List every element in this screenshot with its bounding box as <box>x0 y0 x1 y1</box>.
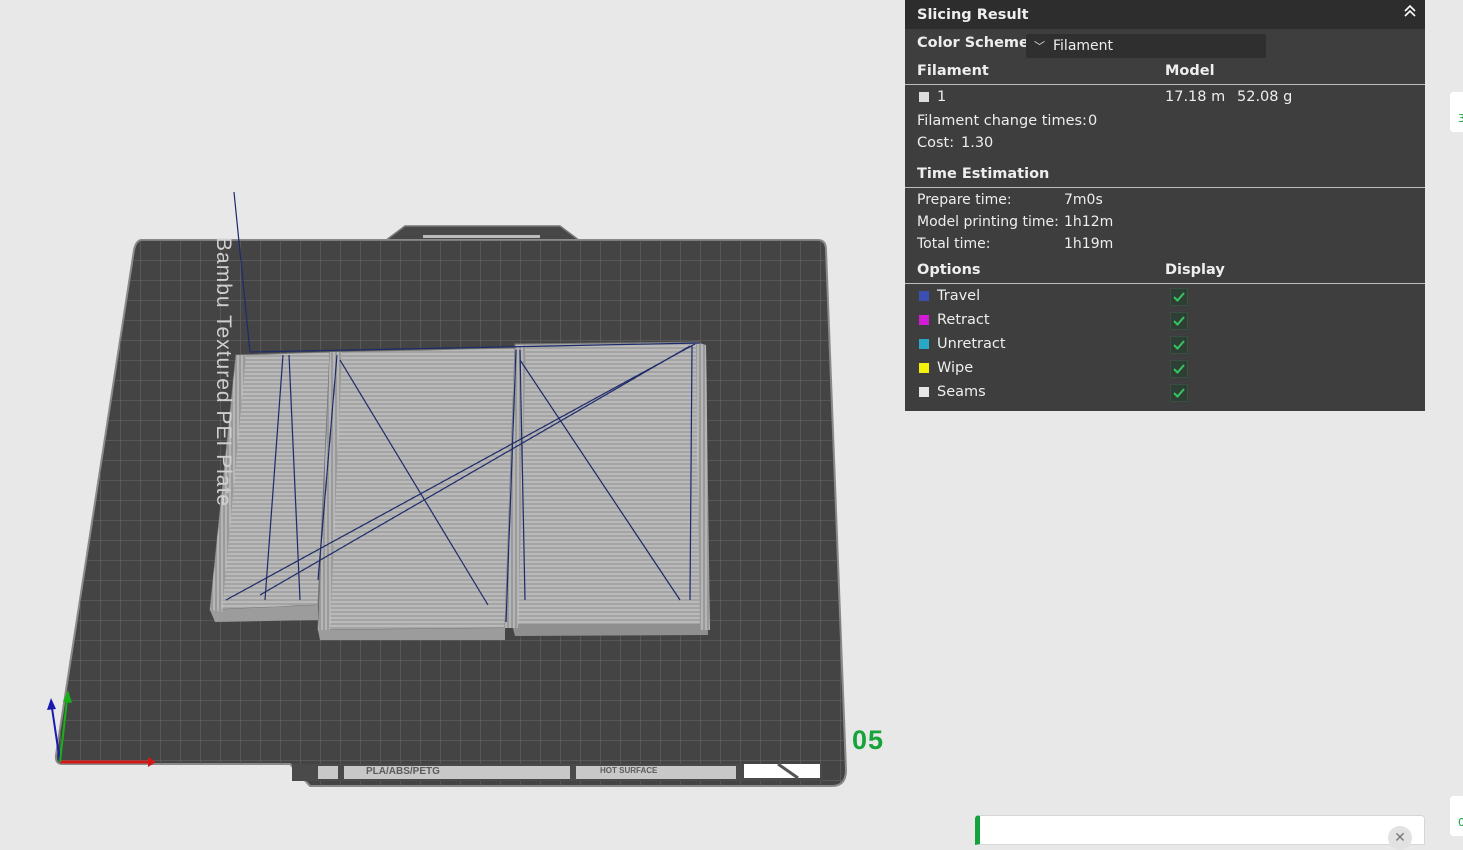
filament-types-label: PLA/ABS/PETG <box>366 766 440 777</box>
right-edge-tab-text: 0 <box>1458 816 1463 829</box>
option-label: Unretract <box>937 336 1006 352</box>
filament-color-swatch <box>919 92 929 102</box>
total-time-label: Total time: <box>917 236 991 252</box>
cost-label: Cost: <box>917 135 955 151</box>
seams-color-swatch <box>919 387 929 397</box>
total-time-value: 1h19m <box>1064 236 1114 252</box>
notification-toast[interactable]: ✕ <box>975 815 1425 850</box>
options-header: Options <box>917 262 981 278</box>
filament-change-value: 0 <box>1088 113 1098 129</box>
checkmark-icon <box>1173 292 1185 302</box>
checkmark-icon <box>1173 364 1185 374</box>
color-scheme-dropdown[interactable]: ﹀ Filament <box>1026 34 1266 58</box>
unretract-color-swatch <box>919 339 929 349</box>
checkmark-icon <box>1173 340 1185 350</box>
divider <box>905 187 1425 188</box>
retract-color-swatch <box>919 315 929 325</box>
plate-name-label: Bambu Textured PEI Plate <box>211 237 235 507</box>
plate-handle-slot <box>423 235 540 238</box>
right-edge-tab-text: 3 <box>1458 112 1463 125</box>
retract-display-checkbox[interactable] <box>1170 312 1188 330</box>
sliced-model <box>209 341 710 640</box>
slicing-result-panel: Slicing Result Color Scheme ﹀ Filament F… <box>905 0 1425 411</box>
seams-display-checkbox[interactable] <box>1170 384 1188 402</box>
panel-title: Slicing Result <box>917 6 1029 23</box>
wipe-display-checkbox[interactable] <box>1170 360 1188 378</box>
model-printing-time-value: 1h12m <box>1064 214 1114 230</box>
option-label: Retract <box>937 312 990 328</box>
prepare-time-value: 7m0s <box>1064 192 1103 208</box>
display-header: Display <box>1165 262 1225 278</box>
wipe-color-swatch <box>919 363 929 373</box>
right-edge-tab-bottom[interactable]: 0 <box>1450 796 1463 836</box>
filament-length: 17.18 m <box>1165 89 1226 105</box>
collapse-chevron-icon[interactable] <box>1401 4 1419 24</box>
model-printing-time-label: Model printing time: <box>917 214 1059 230</box>
time-estimation-header: Time Estimation <box>917 166 1050 182</box>
right-edge-tab-top[interactable]: 3 <box>1450 92 1463 132</box>
plate-handle <box>382 225 583 242</box>
color-scheme-value: Filament <box>1053 38 1114 54</box>
filament-header: Filament <box>917 63 989 79</box>
panel-header: Slicing Result <box>905 0 1425 29</box>
color-scheme-label: Color Scheme <box>917 35 1029 51</box>
filament-change-label: Filament change times: <box>917 113 1087 129</box>
chevron-down-icon: ﹀ <box>1034 40 1045 53</box>
hot-surface-label: HOT SURFACE <box>600 766 658 775</box>
option-label: Wipe <box>937 360 974 376</box>
cost-value: 1.30 <box>961 135 994 151</box>
model-header: Model <box>1165 63 1215 79</box>
option-label: Seams <box>937 384 986 400</box>
divider <box>905 283 1425 284</box>
filament-weight: 52.08 g <box>1237 89 1293 105</box>
travel-display-checkbox[interactable] <box>1170 288 1188 306</box>
build-plate-canvas[interactable] <box>0 0 905 836</box>
checkmark-icon <box>1173 388 1185 398</box>
option-label: Travel <box>937 288 981 304</box>
travel-color-swatch <box>919 291 929 301</box>
plate-number[interactable]: 05 <box>852 725 884 756</box>
divider <box>905 84 1425 85</box>
unretract-display-checkbox[interactable] <box>1170 336 1188 354</box>
close-icon[interactable]: ✕ <box>1388 826 1412 850</box>
filament-id: 1 <box>937 89 947 105</box>
checkmark-icon <box>1173 316 1185 326</box>
prepare-time-label: Prepare time: <box>917 192 1012 208</box>
